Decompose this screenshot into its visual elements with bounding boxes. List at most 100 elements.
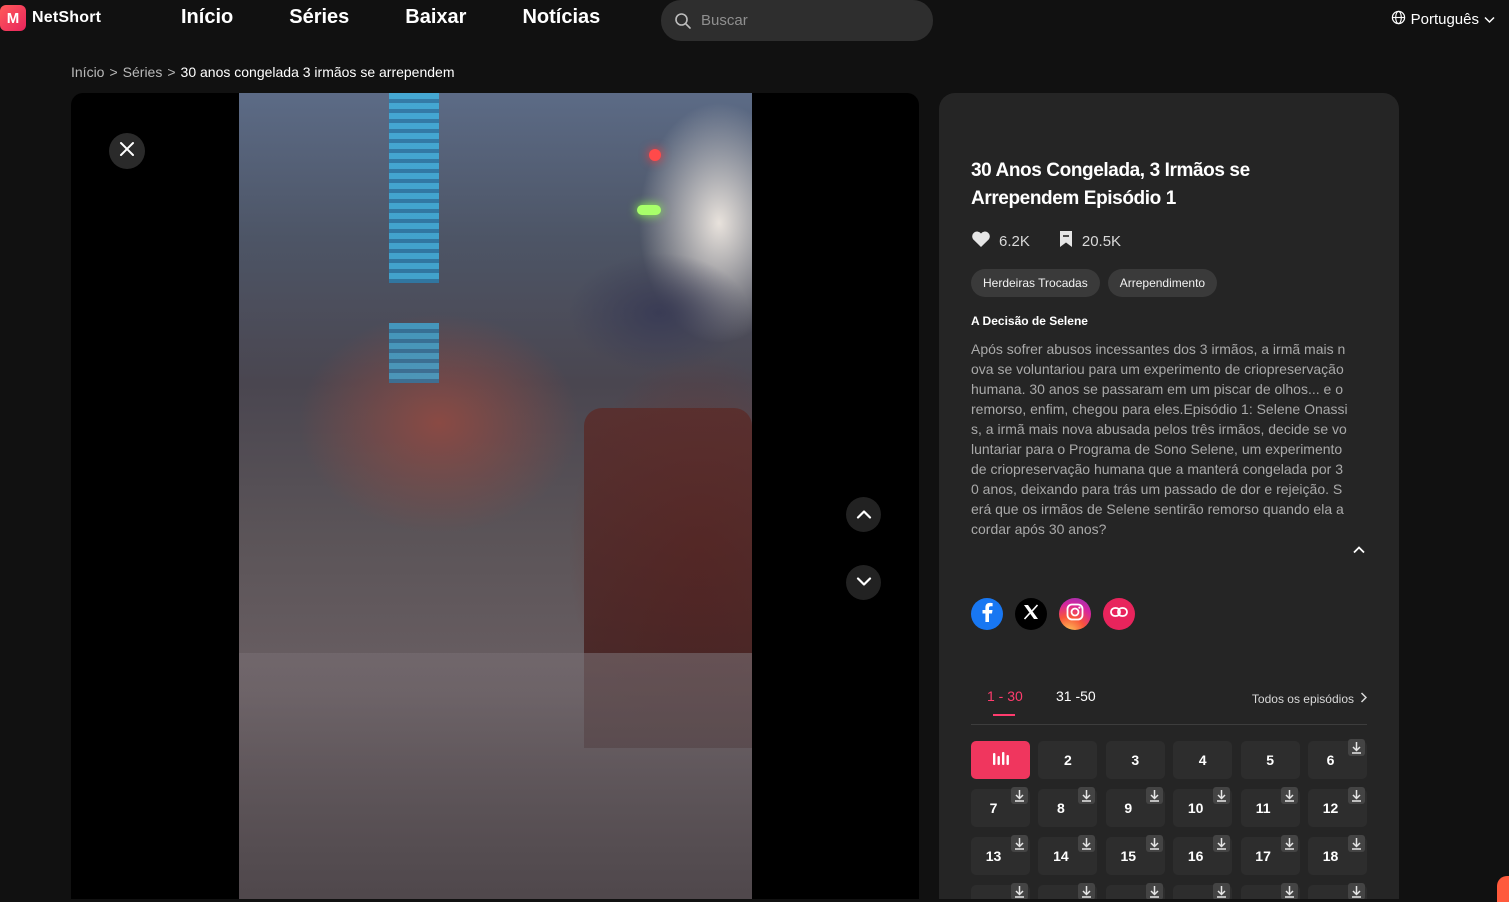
episode-detail-panel: 30 Anos Congelada, 3 Irmãos se Arrepende…	[939, 93, 1399, 899]
episode-button[interactable]: 19	[971, 883, 1030, 899]
download-icon[interactable]	[1280, 787, 1298, 804]
search-input[interactable]	[701, 12, 921, 29]
main-nav: Início Séries Baixar Notícias	[181, 6, 656, 29]
language-selector[interactable]: Português	[1391, 10, 1495, 29]
episode-button[interactable]: 6	[1308, 739, 1367, 779]
top-navigation-bar: M NetShort Início Séries Baixar Notícias…	[0, 0, 1509, 44]
episode-button[interactable]: 14	[1038, 835, 1098, 875]
breadcrumb-series[interactable]: Séries	[123, 64, 163, 80]
heart-icon	[971, 230, 991, 252]
download-icon[interactable]	[1011, 787, 1028, 804]
download-icon[interactable]	[1213, 787, 1231, 804]
episode-button[interactable]: 10	[1173, 787, 1233, 827]
episode-button[interactable]: 5	[1240, 741, 1300, 779]
episode-number: 8	[1056, 800, 1065, 816]
download-icon[interactable]	[1145, 787, 1163, 804]
share-buttons	[971, 598, 1135, 630]
episode-button[interactable]: 22	[1173, 883, 1233, 899]
chevron-up-icon	[1353, 541, 1365, 559]
episode-subtitle: A Decisão de Selene	[971, 314, 1088, 328]
language-label: Português	[1410, 11, 1479, 28]
download-icon[interactable]	[1145, 883, 1163, 899]
search-bar[interactable]	[661, 0, 933, 41]
episode-button[interactable]: 23	[1240, 883, 1300, 899]
download-icon[interactable]	[1348, 739, 1365, 756]
download-icon[interactable]	[1078, 787, 1096, 804]
floating-help-badge[interactable]	[1497, 876, 1509, 902]
episode-button[interactable]: 11	[1240, 787, 1300, 827]
episode-button[interactable]: 24	[1308, 883, 1367, 899]
episode-button[interactable]: 21	[1105, 883, 1165, 899]
video-frame[interactable]	[239, 93, 752, 899]
nav-item-download[interactable]: Baixar	[405, 6, 466, 29]
download-icon[interactable]	[1145, 835, 1163, 852]
collapse-description-button[interactable]	[1349, 540, 1369, 560]
download-icon[interactable]	[1348, 835, 1365, 852]
range-tab-31-50[interactable]: 31 -50	[1056, 688, 1096, 704]
previous-episode-button[interactable]	[846, 497, 881, 532]
download-icon[interactable]	[1011, 835, 1028, 852]
episode-number: 12	[1322, 800, 1339, 816]
episode-button[interactable]: 16	[1173, 835, 1233, 875]
episode-number: 15	[1120, 848, 1137, 864]
episode-button[interactable]: 8	[1038, 787, 1098, 827]
breadcrumb-home[interactable]: Início	[71, 64, 104, 80]
brand-name: NetShort	[32, 9, 102, 26]
episode-title: 30 Anos Congelada, 3 Irmãos se Arrepende…	[971, 160, 1250, 209]
episode-button[interactable]: 13	[971, 835, 1030, 875]
copy-link-button[interactable]	[1103, 598, 1135, 630]
genre-tag[interactable]: Arrependimento	[1107, 269, 1218, 297]
logo-mark-icon: M	[0, 5, 26, 31]
episode-number: 7	[989, 800, 998, 816]
close-icon	[119, 141, 135, 162]
episode-button[interactable]: 9	[1105, 787, 1165, 827]
episode-description: Após sofrer abusos incessantes dos 3 irm…	[971, 341, 1348, 537]
instagram-share-button[interactable]	[1059, 598, 1091, 630]
download-icon[interactable]	[1078, 835, 1096, 852]
episode-button[interactable]: 17	[1240, 835, 1300, 875]
episode-button[interactable]: 4	[1173, 741, 1233, 779]
breadcrumb: Início > Séries > 30 anos congelada 3 ir…	[71, 64, 454, 80]
nav-item-series[interactable]: Séries	[289, 6, 349, 29]
episode-number: 6	[1326, 752, 1335, 768]
close-player-button[interactable]	[109, 133, 145, 169]
genre-tag[interactable]: Herdeiras Trocadas	[971, 269, 1100, 297]
download-icon[interactable]	[1213, 883, 1231, 899]
nav-item-home[interactable]: Início	[181, 6, 233, 29]
download-icon[interactable]	[1348, 787, 1365, 804]
episode-number: 11	[1255, 800, 1271, 816]
next-episode-button[interactable]	[846, 565, 881, 600]
episode-button[interactable]	[971, 741, 1030, 779]
episode-button[interactable]: 15	[1105, 835, 1165, 875]
episode-number: 9	[1124, 800, 1133, 816]
episode-stats: 6.2K 20.5K	[971, 230, 1149, 252]
episode-button[interactable]: 18	[1308, 835, 1367, 875]
now-playing-icon	[992, 751, 1010, 770]
facebook-share-button[interactable]	[971, 598, 1003, 630]
breadcrumb-current: 30 anos congelada 3 irmãos se arrependem	[180, 64, 455, 80]
download-icon[interactable]	[1348, 883, 1365, 899]
saves-stat[interactable]: 20.5K	[1058, 230, 1121, 252]
brand-logo[interactable]: M NetShort	[0, 5, 101, 31]
episode-button[interactable]: 2	[1038, 741, 1098, 779]
download-icon[interactable]	[1280, 883, 1298, 899]
all-episodes-link[interactable]: Todos os episódios	[1251, 692, 1368, 706]
all-episodes-label: Todos os episódios	[1251, 692, 1354, 706]
episode-button[interactable]: 7	[971, 787, 1030, 827]
download-icon[interactable]	[1280, 835, 1298, 852]
link-icon	[1110, 605, 1128, 623]
download-icon[interactable]	[1213, 835, 1231, 852]
range-tab-1-30[interactable]: 1 - 30	[987, 688, 1023, 704]
episode-button[interactable]: 20	[1038, 883, 1098, 899]
x-share-button[interactable]	[1015, 598, 1047, 630]
episode-button[interactable]: 3	[1105, 741, 1165, 779]
nav-item-news[interactable]: Notícias	[522, 6, 600, 29]
genre-tags: Herdeiras Trocadas Arrependimento	[971, 269, 1218, 297]
download-icon[interactable]	[1078, 883, 1096, 899]
chevron-up-icon	[856, 506, 872, 524]
episode-number: 5	[1266, 752, 1274, 768]
episode-button[interactable]: 12	[1308, 787, 1367, 827]
likes-stat[interactable]: 6.2K	[971, 230, 1030, 252]
download-icon[interactable]	[1011, 883, 1028, 899]
episode-number: 10	[1187, 800, 1204, 816]
